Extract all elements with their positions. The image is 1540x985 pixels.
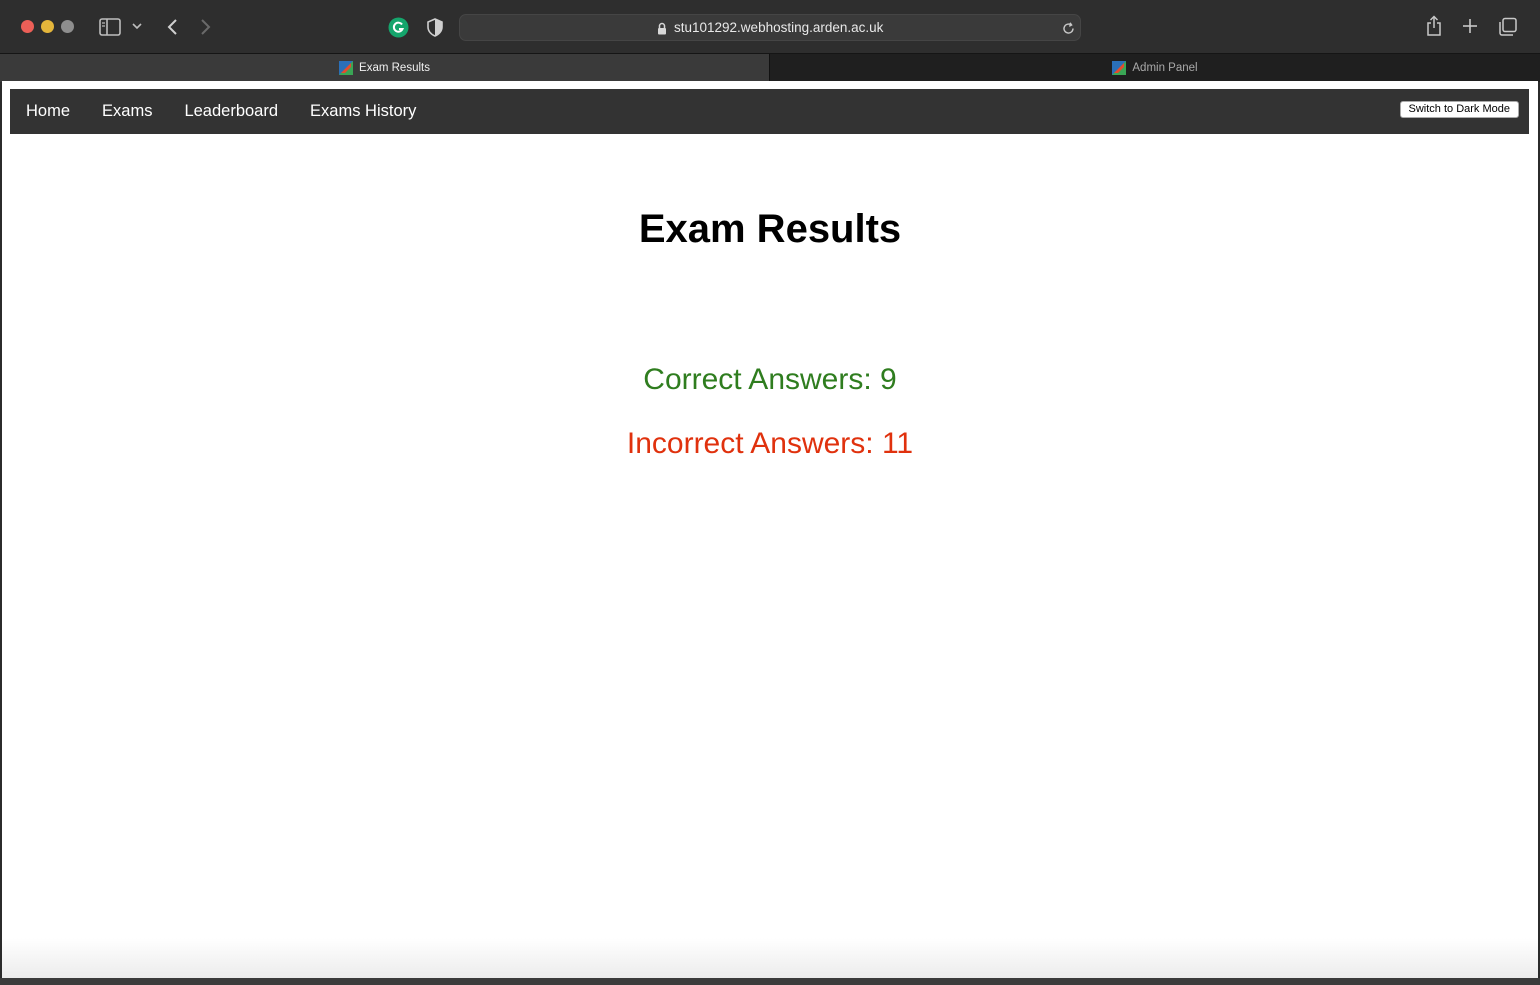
maximize-window-button[interactable] [61, 20, 74, 33]
page-bottom-fade [2, 938, 1538, 978]
page-title: Exam Results [638, 207, 902, 251]
lock-icon [656, 21, 668, 35]
tab-label: Exam Results [359, 62, 430, 74]
shield-icon[interactable] [426, 17, 444, 37]
incorrect-answers-text: Incorrect Answers: 11 [626, 427, 914, 460]
close-window-button[interactable] [21, 20, 34, 33]
reload-icon[interactable] [1061, 21, 1075, 35]
site-favicon-icon [1112, 61, 1127, 75]
grammarly-icon[interactable] [388, 17, 409, 38]
nav-link-exams[interactable]: Exams [86, 89, 168, 134]
dark-mode-toggle-button[interactable]: Switch to Dark Mode [1399, 101, 1519, 118]
nav-link-exams-history[interactable]: Exams History [294, 89, 432, 134]
forward-icon[interactable] [196, 16, 216, 38]
sidebar-icon[interactable] [99, 18, 121, 36]
site-favicon-icon [339, 61, 354, 75]
tab-bar: Exam Results Admin Panel [0, 53, 1540, 82]
browser-toolbar: stu101292.webhosting.arden.ac.uk [0, 0, 1540, 53]
chevron-down-icon[interactable] [131, 19, 143, 33]
nav-link-home[interactable]: Home [10, 89, 86, 134]
web-page: Home Exams Leaderboard Exams History Swi… [2, 81, 1538, 978]
browser-window: stu101292.webhosting.arden.ac.uk Exam Re… [0, 0, 1540, 985]
tab-label: Admin Panel [1132, 62, 1198, 74]
tab-admin-panel[interactable]: Admin Panel [769, 54, 1540, 82]
correct-answers-text: Correct Answers: 9 [643, 363, 897, 396]
new-tab-icon[interactable] [1460, 16, 1480, 36]
tab-overview-icon[interactable] [1497, 16, 1519, 38]
site-navbar: Home Exams Leaderboard Exams History Swi… [10, 89, 1529, 134]
share-icon[interactable] [1424, 14, 1444, 38]
address-bar[interactable]: stu101292.webhosting.arden.ac.uk [459, 14, 1081, 41]
minimize-window-button[interactable] [41, 20, 54, 33]
window-bottom-edge [0, 978, 1540, 985]
tab-exam-results[interactable]: Exam Results [0, 54, 769, 82]
url-text: stu101292.webhosting.arden.ac.uk [674, 20, 884, 35]
nav-link-leaderboard[interactable]: Leaderboard [168, 89, 294, 134]
back-icon[interactable] [162, 16, 182, 38]
